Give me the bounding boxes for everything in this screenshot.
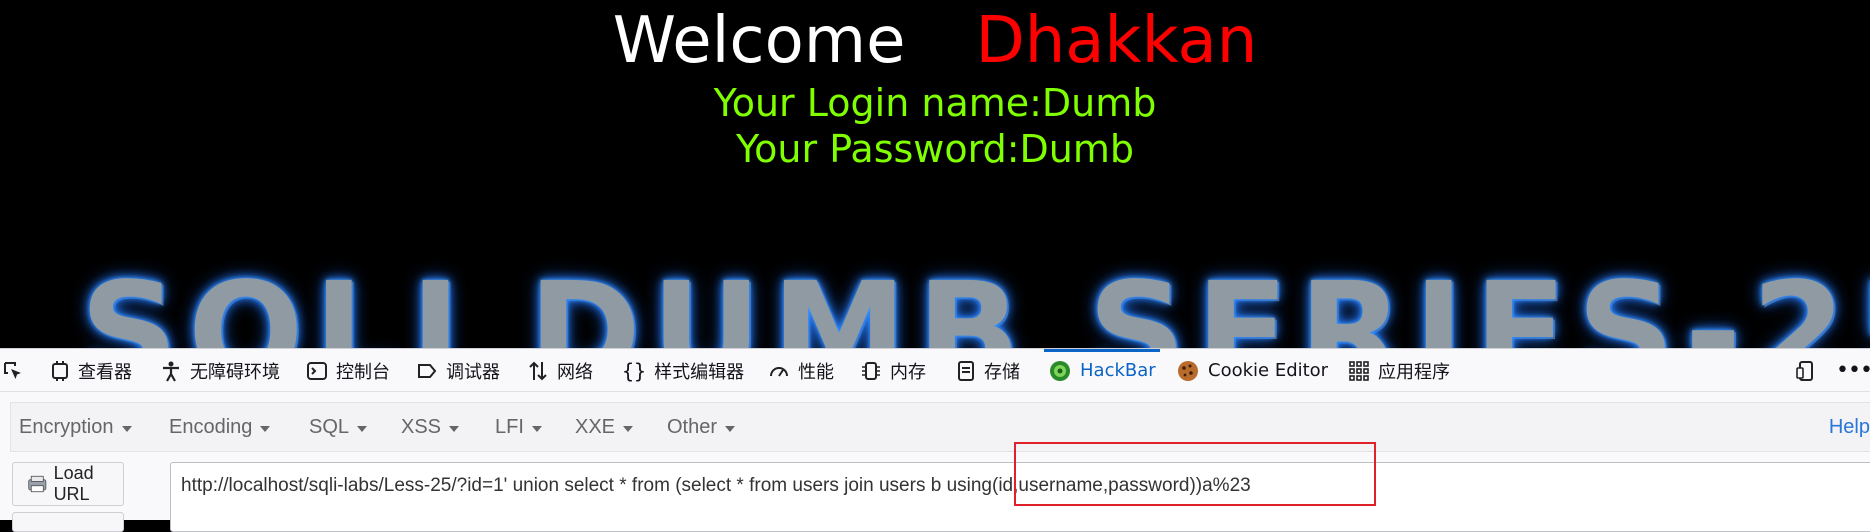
cookie-icon bbox=[1178, 360, 1198, 381]
tab-application[interactable]: 应用程序 bbox=[1348, 349, 1450, 392]
debugger-icon bbox=[418, 363, 437, 378]
tab-console[interactable]: 控制台 bbox=[306, 349, 390, 392]
hackbar-icon bbox=[1050, 360, 1070, 381]
console-icon bbox=[307, 361, 327, 380]
hackbar-menu: Encryption Encoding SQL XSS LFI XXE Othe… bbox=[10, 402, 1870, 452]
performance-icon bbox=[770, 366, 788, 377]
chevron-down-icon bbox=[725, 425, 736, 432]
menu-sql[interactable]: SQL bbox=[309, 403, 368, 451]
application-icon bbox=[1349, 360, 1369, 381]
annotation-highlight-box bbox=[1014, 442, 1376, 506]
menu-label: Encryption bbox=[19, 415, 114, 438]
tab-label: Cookie Editor bbox=[1208, 360, 1329, 381]
chevron-down-icon bbox=[357, 425, 368, 432]
style-editor-icon: {} bbox=[622, 358, 647, 383]
tab-inspector[interactable]: 查看器 bbox=[50, 349, 132, 392]
tab-label: 应用程序 bbox=[1378, 361, 1450, 383]
menu-label: Encoding bbox=[169, 415, 253, 438]
menu-label: LFI bbox=[495, 415, 524, 438]
accessibility-icon bbox=[163, 361, 179, 382]
menu-other[interactable]: Other bbox=[667, 403, 736, 451]
tab-label: 内存 bbox=[890, 361, 926, 383]
tab-cookie-editor[interactable]: Cookie Editor bbox=[1176, 349, 1328, 392]
storage-icon bbox=[958, 360, 974, 381]
chevron-down-icon bbox=[121, 425, 132, 432]
tab-hackbar[interactable]: HackBar bbox=[1044, 349, 1160, 392]
load-url-label: Load URL bbox=[53, 463, 94, 504]
tab-label: 查看器 bbox=[78, 361, 132, 383]
welcome-text: Welcome bbox=[612, 4, 906, 78]
tab-label: 性能 bbox=[798, 361, 834, 383]
menu-label: SQL bbox=[309, 415, 350, 438]
tab-debugger[interactable]: 调试器 bbox=[416, 349, 500, 392]
menu-xss[interactable]: XSS bbox=[401, 403, 460, 451]
devtools-toolbar: 查看器 无障碍环境 控制台 调试器 网络 {} 样式编辑器 性能 内存 存储 H… bbox=[0, 348, 1870, 392]
chevron-down-icon bbox=[531, 425, 542, 432]
tab-accessibility[interactable]: 无障碍环境 bbox=[160, 349, 280, 392]
welcome-heading: Welcome Dhakkan bbox=[0, 2, 1870, 80]
tab-network[interactable]: 网络 bbox=[527, 349, 593, 392]
load-url-button[interactable]: Load URL bbox=[12, 462, 124, 506]
network-icon bbox=[529, 361, 547, 380]
responsive-design-icon bbox=[1796, 360, 1813, 381]
tab-style-editor[interactable]: {} 样式编辑器 bbox=[622, 349, 744, 392]
chevron-down-icon bbox=[260, 425, 271, 432]
more-icon: ••• bbox=[1836, 358, 1870, 383]
split-url-button[interactable] bbox=[12, 512, 124, 532]
menu-encryption[interactable]: Encryption bbox=[19, 403, 132, 451]
inspector-icon bbox=[52, 360, 68, 381]
user-name-text: Dhakkan bbox=[975, 4, 1258, 78]
tab-label: 样式编辑器 bbox=[654, 361, 745, 383]
tab-performance[interactable]: 性能 bbox=[768, 349, 834, 392]
tab-label: 控制台 bbox=[336, 361, 390, 383]
tab-label: 调试器 bbox=[446, 361, 500, 383]
menu-lfi[interactable]: LFI bbox=[495, 403, 542, 451]
tab-memory[interactable]: 内存 bbox=[860, 349, 926, 392]
tab-label: 存储 bbox=[984, 361, 1020, 383]
chevron-down-icon bbox=[623, 425, 634, 432]
help-link[interactable]: Help bbox=[1829, 403, 1870, 451]
login-name-text: Your Login name:Dumb bbox=[713, 81, 1157, 125]
menu-xxe[interactable]: XXE bbox=[575, 403, 634, 451]
menu-label: XXE bbox=[575, 415, 616, 438]
chevron-down-icon bbox=[449, 425, 460, 432]
tab-storage[interactable]: 存储 bbox=[956, 349, 1020, 392]
menu-label: Other bbox=[667, 415, 718, 438]
load-url-icon bbox=[28, 475, 47, 493]
memory-icon bbox=[862, 361, 880, 380]
element-picker-icon bbox=[4, 361, 21, 379]
menu-encoding[interactable]: Encoding bbox=[169, 403, 271, 451]
menu-label: XSS bbox=[401, 415, 442, 438]
series-banner-image: SQLI DUMB SERIES-25 bbox=[80, 254, 1870, 348]
tab-label: 网络 bbox=[557, 361, 593, 383]
password-text: Your Password:Dumb bbox=[736, 127, 1134, 171]
tab-label: 无障碍环境 bbox=[190, 361, 280, 383]
more-options-button[interactable]: ••• bbox=[1836, 349, 1870, 392]
web-page: Welcome Dhakkan Your Login name:Dumb Your… bbox=[0, 0, 1870, 348]
tab-label: HackBar bbox=[1080, 360, 1156, 381]
element-picker-button[interactable] bbox=[2, 349, 24, 392]
dock-toggle-button[interactable] bbox=[1796, 349, 1818, 392]
